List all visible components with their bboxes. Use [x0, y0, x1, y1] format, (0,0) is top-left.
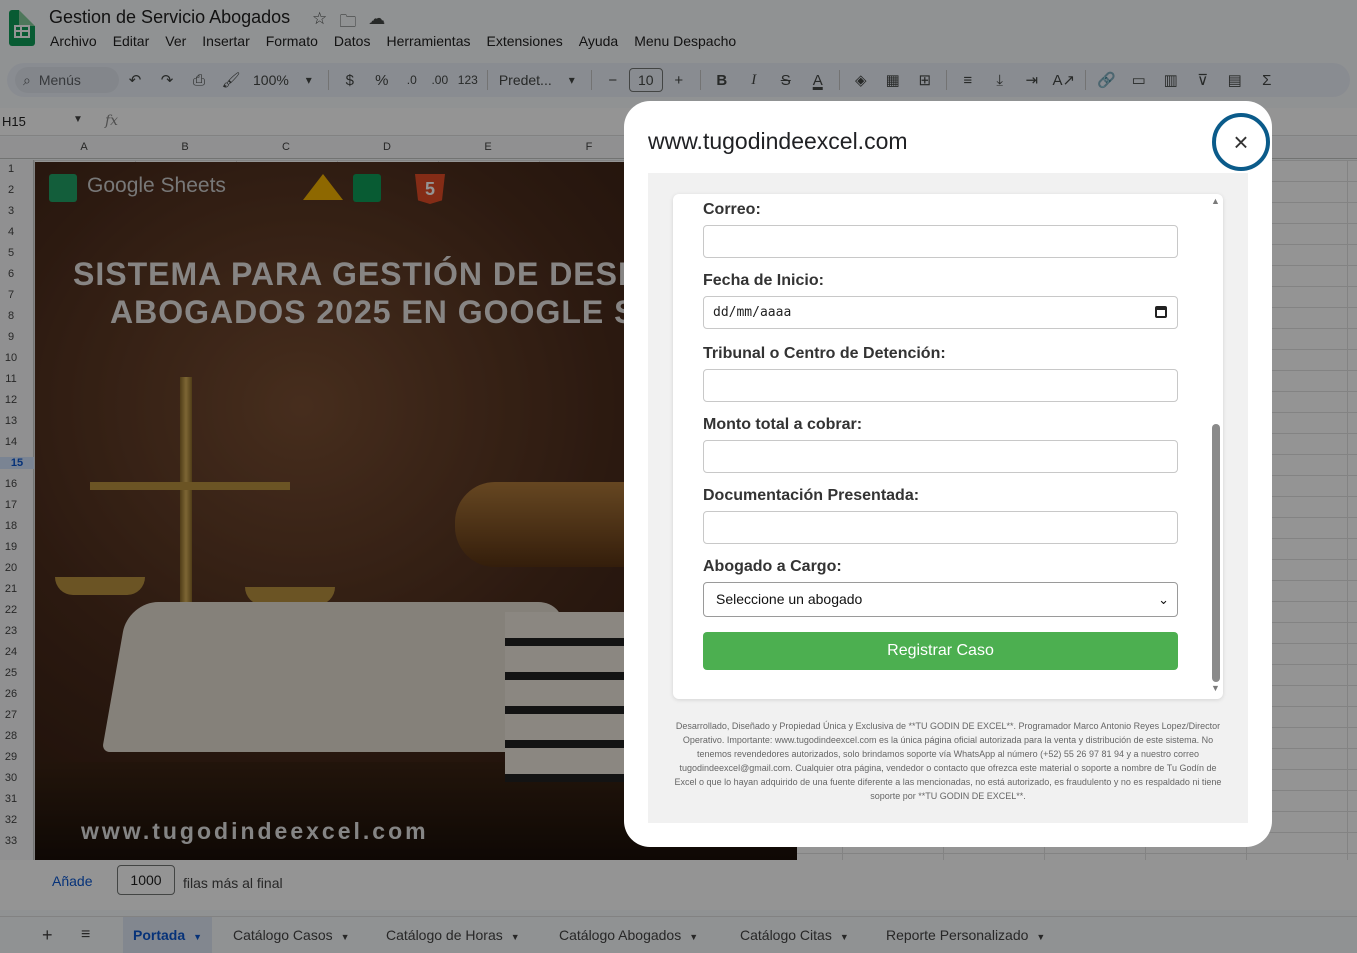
start-date-value: dd/mm/aaaa [713, 305, 792, 320]
form-scrollbar[interactable]: ▲ ▼ [1209, 194, 1223, 699]
documentation-field[interactable] [703, 511, 1178, 544]
close-icon[interactable]: × [1212, 113, 1270, 171]
dialog-title: www.tugodindeexcel.com [648, 128, 908, 154]
scroll-down-icon[interactable]: ▼ [1211, 683, 1220, 693]
lawyer-select[interactable]: Seleccione un abogado ⌄ [703, 582, 1178, 617]
register-case-button[interactable]: Registrar Caso [703, 632, 1178, 670]
scroll-up-icon[interactable]: ▲ [1211, 196, 1220, 206]
amount-label: Monto total a cobrar: [703, 416, 863, 433]
lawyer-label: Abogado a Cargo: [703, 558, 842, 575]
start-date-field[interactable]: dd/mm/aaaa [703, 296, 1178, 329]
amount-field[interactable] [703, 440, 1178, 473]
documentation-label: Documentación Presentada: [703, 487, 920, 504]
lawyer-select-value: Seleccione un abogado [716, 591, 863, 607]
dialog-body: Correo: Fecha de Inicio: dd/mm/aaaa Trib… [648, 173, 1248, 823]
case-form: Correo: Fecha de Inicio: dd/mm/aaaa Trib… [673, 194, 1223, 699]
email-label: Correo: [703, 201, 761, 218]
calendar-icon[interactable] [1155, 306, 1167, 318]
court-field[interactable] [703, 369, 1178, 402]
email-field[interactable] [703, 225, 1178, 258]
case-registration-dialog: www.tugodindeexcel.com × Correo: Fecha d… [624, 101, 1272, 847]
legal-disclaimer: Desarrollado, Diseñado y Propiedad Única… [674, 721, 1222, 801]
chevron-down-icon: ⌄ [1158, 592, 1169, 607]
start-date-label: Fecha de Inicio: [703, 272, 824, 289]
scroll-thumb[interactable] [1212, 424, 1220, 682]
court-label: Tribunal o Centro de Detención: [703, 345, 946, 362]
